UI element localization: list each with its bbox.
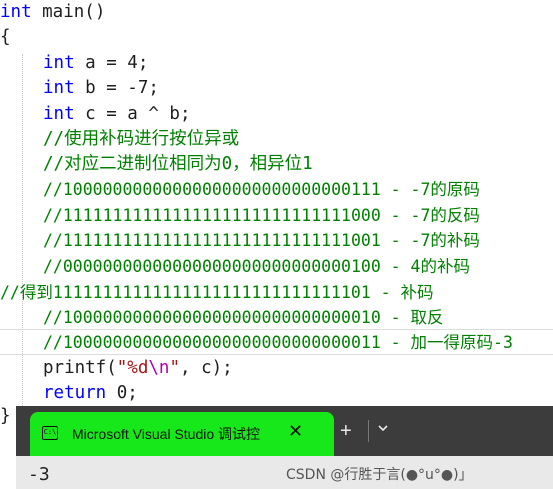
tab-divider bbox=[368, 420, 369, 442]
code-text: } bbox=[0, 406, 11, 426]
code-text: c = a ^ b; bbox=[74, 104, 191, 124]
keyword: int bbox=[43, 104, 75, 124]
terminal-output-area[interactable]: -3 CSDN @行胜于言(●°u°●)​」 bbox=[16, 456, 553, 489]
comment-line: //10000000000000000000000000000111 - -7的… bbox=[43, 180, 480, 199]
string-literal: " bbox=[169, 358, 180, 378]
comment-line: //对应二进制位相同为0，相异位1 bbox=[43, 154, 313, 174]
code-line-return: return 0; bbox=[43, 381, 553, 406]
comment-line: //11111111111111111111111111111000 - -7的… bbox=[43, 206, 480, 225]
comment-line: //00000000000000000000000000000100 - 4的补… bbox=[43, 257, 470, 276]
code-text: { bbox=[0, 27, 11, 47]
program-output: -3 bbox=[28, 464, 50, 485]
terminal-tab[interactable]: C:\ Microsoft Visual Studio 调试控 ✕ bbox=[30, 412, 334, 456]
new-tab-button[interactable]: + bbox=[340, 420, 352, 443]
terminal-icon: C:\ bbox=[42, 426, 58, 440]
escape-sequence: \n bbox=[148, 358, 170, 378]
comment-line: //10000000000000000000000000000011 - 加一得… bbox=[43, 333, 513, 352]
watermark: CSDN @行胜于言(●°u°●)​」 bbox=[286, 467, 473, 483]
keyword: int bbox=[43, 78, 75, 98]
indent-guide bbox=[22, 54, 23, 414]
tab-title: Microsoft Visual Studio 调试控 bbox=[72, 426, 261, 442]
keyword: int bbox=[43, 53, 75, 73]
keyword: int bbox=[0, 2, 32, 22]
code-line-4: int b = -7; bbox=[43, 76, 553, 101]
code-text: b = -7; bbox=[74, 78, 159, 98]
string-literal: "%d bbox=[116, 358, 149, 378]
code-line-1: int main() bbox=[0, 0, 553, 25]
code-text: a = 4; bbox=[74, 53, 149, 73]
code-line-printf: printf("%d\n", c); bbox=[43, 356, 553, 381]
code-line-5: int c = a ^ b; bbox=[43, 102, 553, 127]
terminal-tab-bar: C:\ Microsoft Visual Studio 调试控 ✕ + bbox=[16, 406, 553, 456]
code-text: 0; bbox=[106, 383, 138, 403]
function-name: printf( bbox=[43, 358, 117, 378]
close-icon[interactable]: ✕ bbox=[288, 421, 303, 442]
keyword: return bbox=[43, 383, 107, 403]
debug-console-window[interactable]: C:\ Microsoft Visual Studio 调试控 ✕ + -3 C… bbox=[16, 406, 553, 489]
code-editor[interactable]: int main() { int a = 4; int b = -7; int … bbox=[0, 0, 553, 426]
code-text: , c); bbox=[180, 358, 233, 378]
code-line-2: { bbox=[0, 25, 553, 50]
comment-line: //得到11111111111111111111111111111101 - 补… bbox=[0, 283, 434, 302]
chevron-down-icon[interactable] bbox=[377, 422, 389, 434]
comment-line: //使用补码进行按位异或 bbox=[43, 129, 240, 149]
code-line-3: int a = 4; bbox=[43, 51, 553, 76]
code-text: main() bbox=[31, 2, 106, 22]
comment-line: //10000000000000000000000000000010 - 取反 bbox=[43, 308, 444, 327]
comment-line: //11111111111111111111111111111001 - -7的… bbox=[43, 231, 480, 250]
